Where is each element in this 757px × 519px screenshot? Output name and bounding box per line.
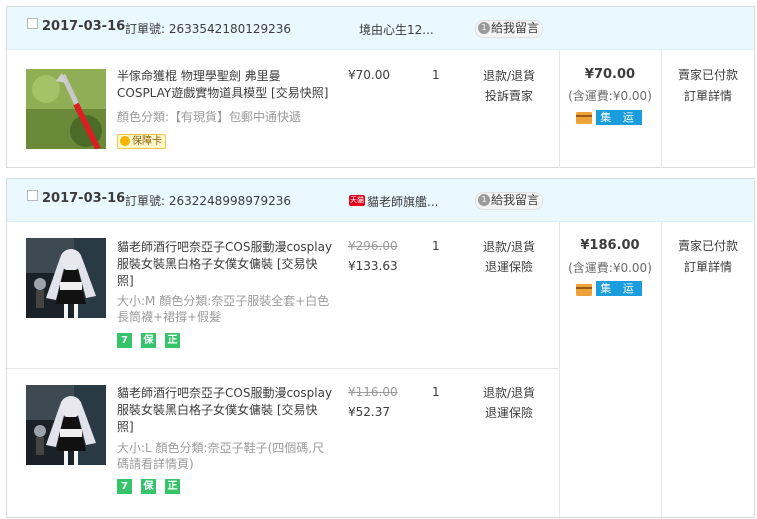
quantity: 1 — [432, 385, 440, 399]
refund-return-link[interactable]: 退款/退貨 — [477, 383, 541, 403]
product-attributes: 大小:L 顏色分類:奈亞子鞋子(四個碼,尺碼請看詳情頁) — [117, 441, 325, 471]
order-details-link[interactable]: 訂單詳情 — [663, 257, 753, 278]
order-status: 賣家已付款 訂單詳情 — [663, 236, 753, 278]
order-checkbox[interactable] — [27, 18, 38, 29]
authentic-icon[interactable]: 正 — [165, 333, 180, 348]
order-date: 2017-03-16 — [42, 19, 126, 34]
return-insurance-link[interactable]: 退運保險 — [477, 257, 541, 277]
order-header: 2017-03-16 訂單號: 2633542180129236 境由心生12.… — [7, 7, 754, 50]
refund-return-link[interactable]: 退款/退貨 — [477, 237, 541, 257]
product-name-link[interactable]: 貓老師酒行吧奈亞子COS服動漫cosplay服裝女裝黑白格子女僕女傭裝 [交易快… — [117, 239, 333, 290]
column-divider — [661, 50, 662, 168]
shipping-fee: (含運費:¥0.00) — [568, 261, 652, 275]
message-count-icon: 1 — [478, 21, 490, 34]
seven-day-return-icon[interactable]: 7 — [117, 479, 132, 494]
order-date: 2017-03-16 — [42, 191, 126, 206]
product-attributes: 大小:M 顏色分類:奈亞子服裝全套+白色長筒襪+裙撐+假髮 — [117, 294, 330, 324]
unit-price: ¥70.00 — [348, 68, 390, 82]
order-total: ¥186.00 — [580, 238, 640, 253]
original-price: ¥296.00 — [348, 239, 398, 253]
item-actions: 退款/退貨 退運保險 — [477, 383, 541, 423]
original-price: ¥116.00 — [348, 385, 398, 399]
order-number-label: 訂單號: — [125, 22, 166, 36]
item-actions: 退款/退貨 投訴賣家 — [477, 66, 541, 106]
order-checkbox[interactable] — [27, 190, 38, 201]
order-card: 2017-03-16 訂單號: 2633542180129236 境由心生12.… — [6, 6, 755, 168]
leave-message-label: 給我留言 — [491, 21, 540, 35]
leave-message-label: 給我留言 — [491, 193, 540, 207]
guarantee-icon[interactable]: 保 — [141, 479, 156, 494]
leave-message-button[interactable]: 1 給我留言 — [475, 20, 544, 38]
item-actions: 退款/退貨 退運保險 — [477, 237, 541, 277]
order-status: 賣家已付款 訂單詳情 — [663, 65, 753, 107]
order-header: 2017-03-16 訂單號: 2632248998979236 天貓 貓老師旗… — [7, 179, 754, 222]
leave-message-button[interactable]: 1 給我留言 — [475, 192, 544, 210]
order-number: 訂單號: 2632248998979236 — [125, 192, 291, 209]
order-number-value: 2633542180129236 — [168, 22, 292, 36]
product-thumbnail[interactable] — [26, 238, 106, 318]
complain-seller-link[interactable]: 投訴賣家 — [477, 86, 541, 106]
item-divider — [7, 368, 559, 369]
shop-name-link[interactable]: 境由心生12... — [359, 21, 434, 38]
shop-name-link[interactable]: 貓老師旗艦... — [367, 193, 438, 210]
order-details-link[interactable]: 訂單詳情 — [663, 86, 753, 107]
card-payment-icon — [576, 284, 592, 296]
order-number: 訂單號: 2633542180129236 — [125, 20, 291, 37]
quantity: 1 — [432, 239, 440, 253]
order-number-value: 2632248998979236 — [168, 194, 292, 208]
seven-day-return-icon[interactable]: 7 — [117, 333, 132, 348]
guarantee-icon[interactable]: 保 — [141, 333, 156, 348]
product-attributes: 顏色分類:【有現貨】包郵中通快遞 — [117, 110, 302, 124]
shipping-fee: (含運費:¥0.00) — [568, 89, 652, 103]
order-number-label: 訂單號: — [125, 194, 166, 208]
order-status-text: 賣家已付款 — [677, 68, 738, 82]
unit-price: ¥133.63 — [348, 259, 398, 273]
product-name-link[interactable]: 半傢命獲棍 物理學聖劍 弗里曼 COSPLAY遊戲實物道具模型 [交易快照] — [117, 68, 333, 102]
return-insurance-link[interactable]: 退運保險 — [477, 403, 541, 423]
authentic-icon[interactable]: 正 — [165, 479, 180, 494]
quantity: 1 — [432, 68, 440, 82]
consolidated-shipping-tag[interactable]: 集 运 — [596, 281, 642, 296]
product-thumbnail[interactable] — [26, 385, 106, 465]
message-count-icon: 1 — [478, 193, 490, 206]
card-payment-icon — [576, 112, 592, 124]
column-divider — [661, 222, 662, 519]
guarantee-card-badge[interactable]: 保障卡 — [117, 134, 166, 149]
tmall-icon: 天貓 — [349, 195, 365, 206]
order-card: 2017-03-16 訂單號: 2632248998979236 天貓 貓老師旗… — [6, 178, 755, 519]
order-status-text: 賣家已付款 — [677, 239, 738, 253]
product-thumbnail[interactable] — [26, 69, 106, 149]
order-total: ¥70.00 — [584, 67, 636, 82]
product-name-link[interactable]: 貓老師酒行吧奈亞子COS服動漫cosplay服裝女裝黑白格子女僕女傭裝 [交易快… — [117, 385, 333, 436]
refund-return-link[interactable]: 退款/退貨 — [477, 66, 541, 86]
unit-price: ¥52.37 — [348, 405, 390, 419]
consolidated-shipping-tag[interactable]: 集 运 — [596, 110, 642, 125]
